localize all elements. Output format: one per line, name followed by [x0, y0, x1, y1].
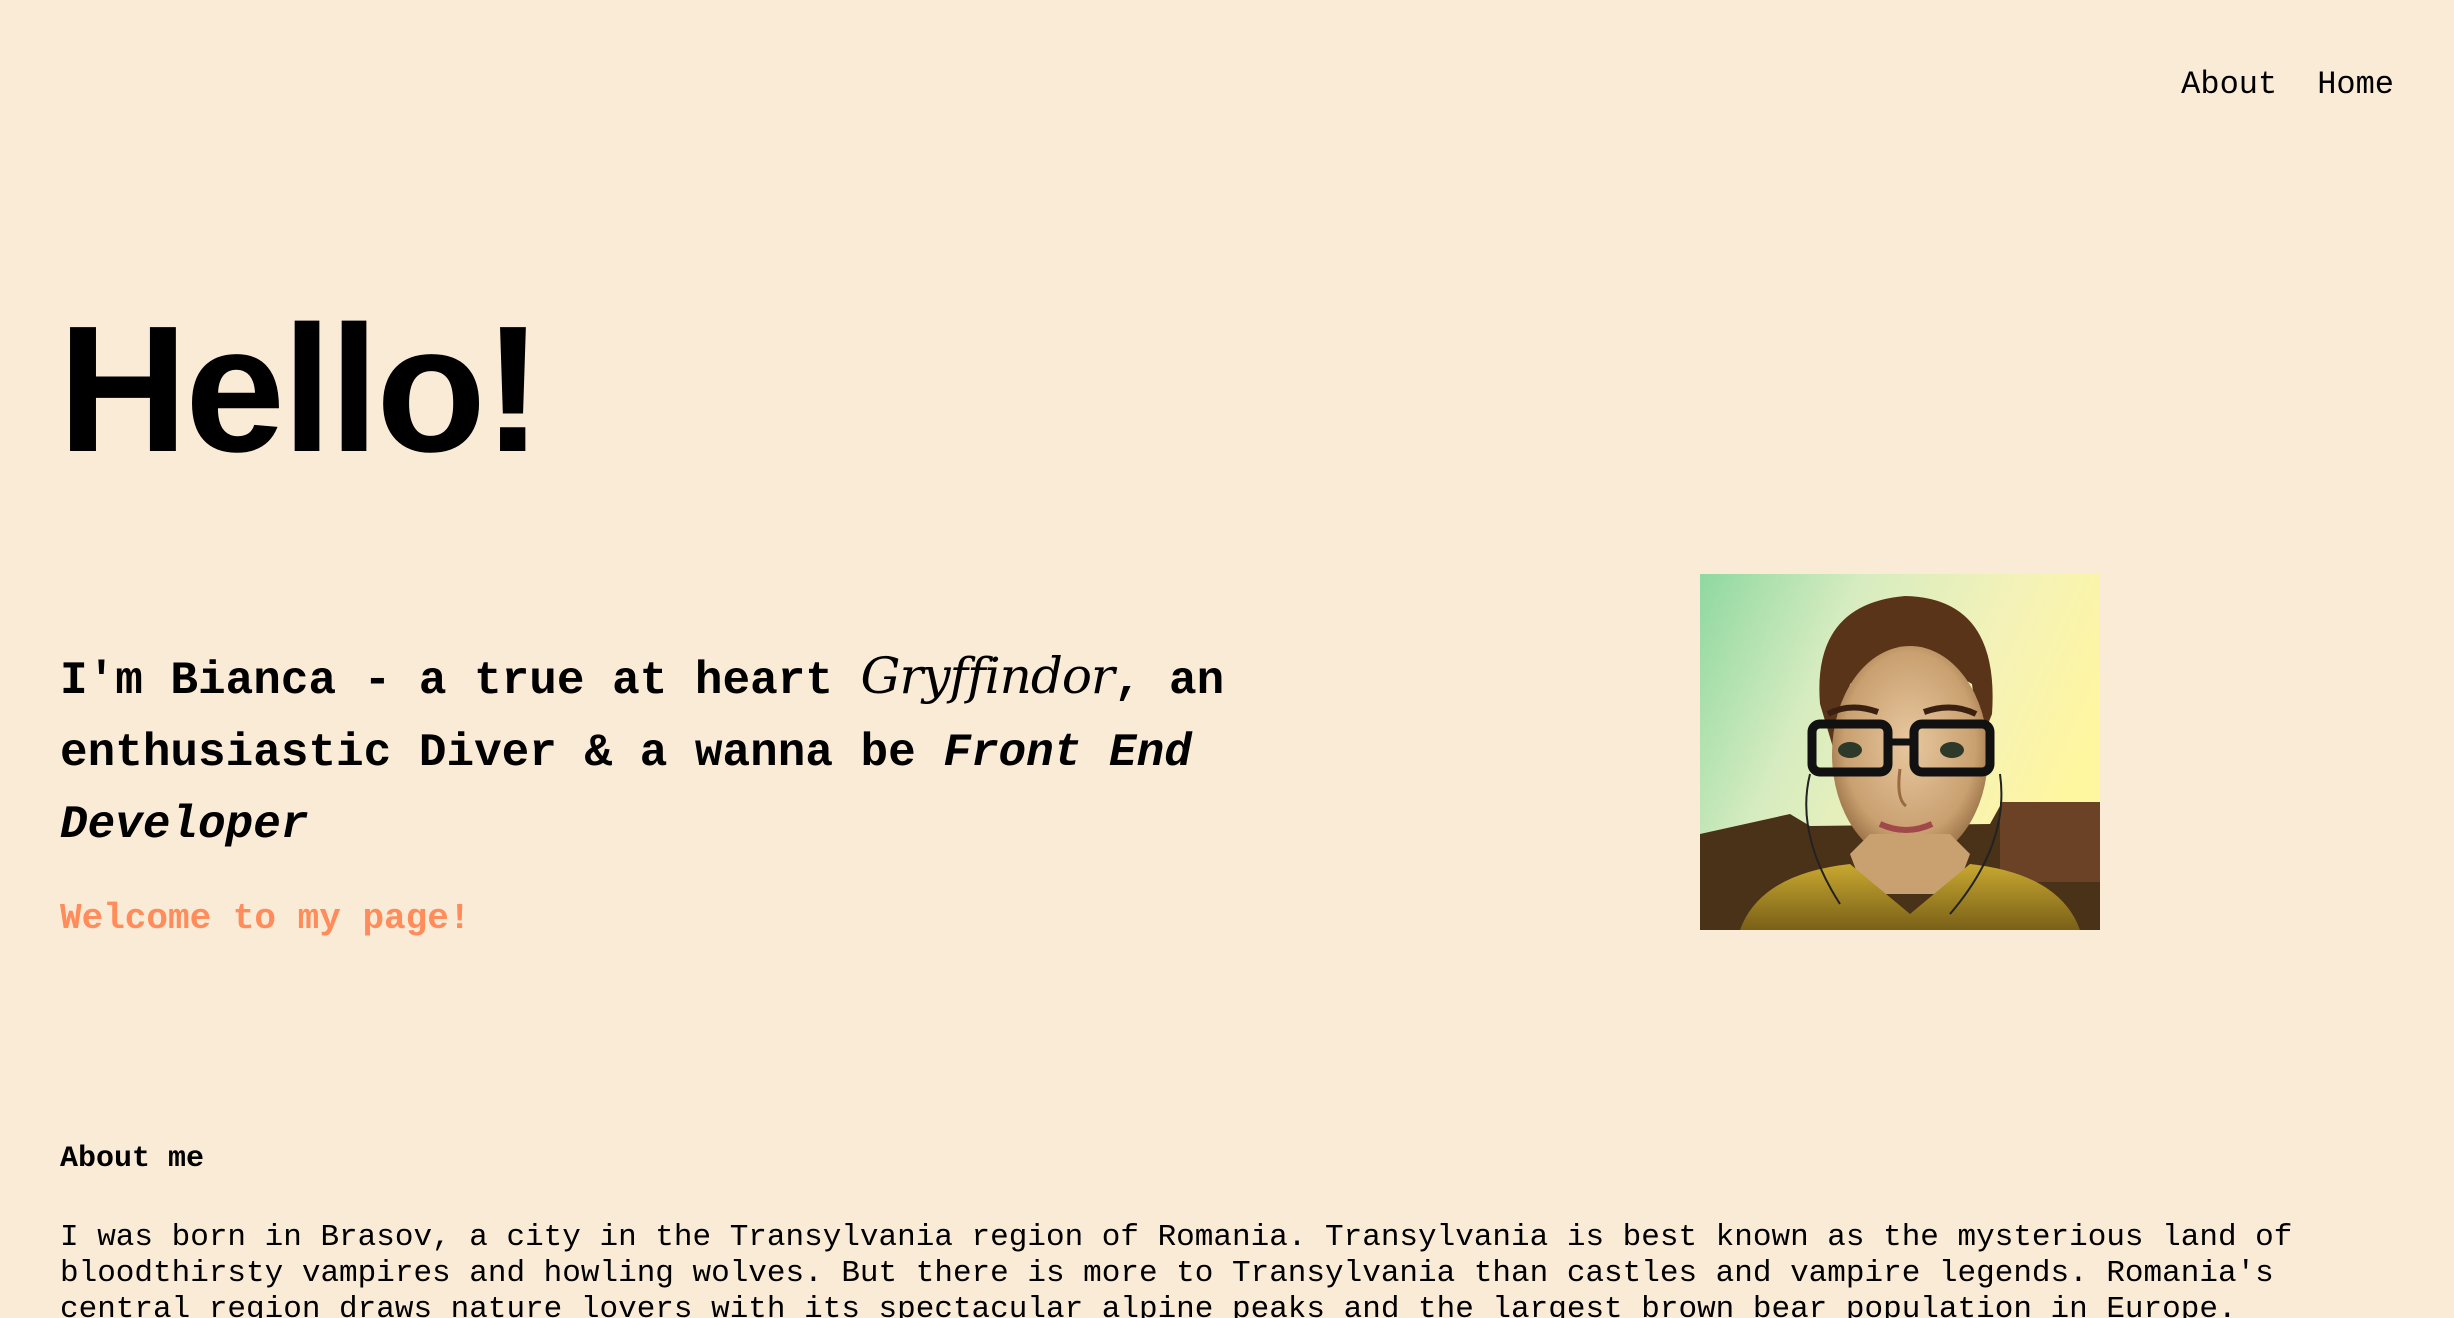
intro-text: I'm Bianca - a true at heart Gryffindor,…	[60, 640, 1320, 861]
about-heading: About me	[60, 1142, 205, 1176]
intro-house: Gryffindor	[860, 647, 1115, 705]
intro-part-1: I'm Bianca - a true at heart	[60, 655, 861, 707]
nav-home-link[interactable]: Home	[2317, 66, 2394, 103]
hero-title: Hello!	[58, 289, 543, 490]
top-nav: About Home	[2181, 66, 2394, 103]
nav-about-link[interactable]: About	[2181, 66, 2277, 103]
welcome-text: Welcome to my page!	[60, 898, 471, 939]
about-text: I was born in Brasov, a city in the Tran…	[60, 1220, 2293, 1318]
profile-photo	[1700, 574, 2100, 930]
profile-photo-image	[1700, 574, 2100, 930]
